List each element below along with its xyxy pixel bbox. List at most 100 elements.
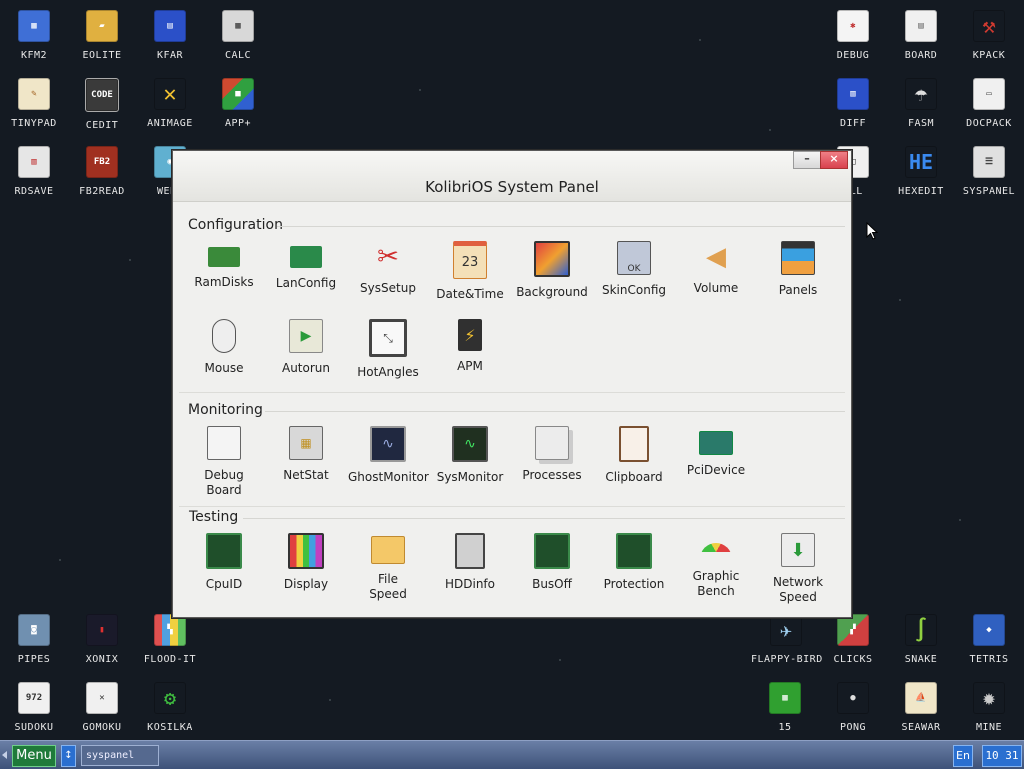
desktop-icon-app-plus[interactable]: ■ APP+ (204, 78, 272, 129)
bug-icon: ✱ (837, 10, 869, 42)
desktop-icon-label: PONG (839, 722, 867, 733)
desktop-icon-animage[interactable]: ✕ ANIMAGE (136, 78, 204, 130)
speaker-icon: ◀ (706, 242, 726, 272)
desktop-icon-pong[interactable]: ● PONG (819, 682, 887, 733)
desktop-icon-cedit[interactable]: CODE CEDIT (68, 78, 136, 131)
item-cpuid[interactable]: CpuID (184, 533, 264, 592)
item-label: CpuID (205, 577, 243, 591)
desktop-icon-diff[interactable]: ▥ DIFF (819, 78, 887, 129)
desktop-icon-syspanel[interactable]: ☰ SYSPANEL (955, 146, 1023, 197)
book-icon: FB2 (86, 146, 118, 178)
ghost-monitor-icon: ∿ (370, 426, 406, 462)
desktop-icon-fasm[interactable]: ☂ FASM (887, 78, 955, 130)
item-label: Processes (522, 468, 582, 482)
code-icon: CODE (85, 78, 119, 112)
desktop-icon-debug[interactable]: ✱ DEBUG (819, 10, 887, 61)
item-protection[interactable]: Protection (594, 533, 674, 592)
item-sysmonitor[interactable]: ∿ SysMonitor (430, 426, 510, 485)
desktop-icon-flood-it[interactable]: ▚ FLOOD-IT (136, 614, 204, 665)
desktop-icon-eolite[interactable]: ▰ EOLITE (68, 10, 136, 61)
sysmonitor-icon: ∿ (452, 426, 488, 462)
desktop-icon-gomoku[interactable]: ✕ GOMOKU (68, 682, 136, 733)
desktop-icon-sudoku[interactable]: 972 SUDOKU (0, 682, 68, 733)
item-syssetup[interactable]: ✂ SysSetup (348, 241, 428, 296)
sudoku-icon: 972 (18, 682, 50, 714)
desktop-icon-seawar[interactable]: ⛵ SEAWAR (887, 682, 955, 733)
desktop-icon-label: GOMOKU (82, 722, 122, 733)
desktop-icon-xonix[interactable]: ▮ XONIX (68, 614, 136, 665)
desktop-icon-label: KOSILKA (147, 722, 193, 733)
desktop-icon-kpack[interactable]: ⚒ KPACK (955, 10, 1023, 62)
chip-icon (616, 533, 652, 569)
desktop-icon-label: EOLITE (82, 50, 122, 61)
item-processes[interactable]: Processes (512, 426, 592, 483)
item-label: Network Speed (772, 575, 824, 604)
desktop-icon-label: TETRIS (969, 654, 1009, 665)
pencil-ruler-icon: ✕ (154, 78, 186, 110)
item-ghostmonitor[interactable]: ∿ GhostMonitor (348, 426, 429, 485)
desktop-icon-docpack[interactable]: ▭ DOCPACK (955, 78, 1023, 129)
desktop-icon-tetris[interactable]: ◆ TETRIS (955, 614, 1023, 665)
item-debug-board[interactable]: Debug Board (184, 426, 264, 498)
desktop-icon-calc[interactable]: ▦ CALC (204, 10, 272, 61)
item-netstat[interactable]: ▦ NetStat (266, 426, 346, 483)
item-network-speed[interactable]: ⬇ Network Speed (758, 533, 838, 605)
desktop-icon-label: SEAWAR (901, 722, 941, 733)
taskbar-task-syspanel[interactable]: syspanel (81, 745, 159, 766)
desktop-icon-label: CALC (224, 50, 252, 61)
item-label: Graphic Bench (692, 569, 740, 598)
item-mouse[interactable]: Mouse (184, 319, 264, 376)
item-label: RamDisks (194, 275, 254, 289)
item-skinconfig[interactable]: OK SkinConfig (594, 241, 674, 298)
item-autorun[interactable]: ▶ Autorun (266, 319, 346, 376)
language-indicator[interactable]: En (953, 745, 973, 767)
item-apm[interactable]: ⚡ APM (430, 319, 510, 374)
desktop-icon-rdsave[interactable]: ▥ RDSAVE (0, 146, 68, 197)
item-label: Panels (778, 283, 818, 297)
menu-button[interactable]: Menu (12, 745, 56, 767)
taskbar: Menu ↕ syspanel En 10 31 (0, 740, 1024, 769)
desktop-icon-fb2read[interactable]: FB2 FB2READ (68, 146, 136, 197)
taskbar-left-arrow-icon[interactable] (2, 751, 7, 759)
item-ramdisks[interactable]: RamDisks (184, 241, 264, 290)
switch-arrow-button[interactable]: ↕ (61, 745, 76, 767)
desktop-icon-label: PIPES (17, 654, 51, 665)
skin-icon: OK (617, 241, 651, 275)
item-hddinfo[interactable]: HDDinfo (430, 533, 510, 592)
item-panels[interactable]: Panels (758, 241, 838, 298)
system-panel-window: – × KolibriOS System Panel Configuration… (172, 150, 852, 618)
desktop-icon-kosilka[interactable]: ⚙ KOSILKA (136, 682, 204, 733)
desktop-icon-hexedit[interactable]: HE HEXEDIT (887, 146, 955, 197)
desktop-icon-snake[interactable]: ∫ SNAKE (887, 614, 955, 666)
item-volume[interactable]: ◀ Volume (676, 241, 756, 296)
display-icon (288, 533, 324, 569)
desktop-icon-kfar[interactable]: ▤ KFAR (136, 10, 204, 61)
close-button[interactable]: × (820, 151, 848, 169)
window-titlebar[interactable]: – × KolibriOS System Panel (173, 151, 851, 202)
item-hotangles[interactable]: ⤡ HotAngles (348, 319, 428, 380)
item-date-time[interactable]: 23 Date&Time (430, 241, 510, 302)
item-lanconfig[interactable]: LanConfig (266, 241, 346, 291)
desktop-icon-pipes[interactable]: ◙ PIPES (0, 614, 68, 665)
desktop-icon-tinypad[interactable]: ✎ TINYPAD (0, 78, 68, 129)
desktop-icon-mine[interactable]: ✹ MINE (955, 682, 1023, 734)
snake-icon: ∫ (905, 614, 937, 646)
item-label: BusOff (532, 577, 572, 591)
item-display[interactable]: Display (266, 533, 346, 592)
desktop-icon-15[interactable]: ▦ 15 (751, 682, 819, 733)
item-background[interactable]: Background (512, 241, 592, 300)
item-graphic-bench[interactable]: Graphic Bench (676, 533, 756, 599)
clock[interactable]: 10 31 (982, 745, 1022, 767)
desktop-icon-kfm2[interactable]: ▦ KFM2 (0, 10, 68, 61)
desktop-icon-label: SUDOKU (14, 722, 54, 733)
desktop-icon-clicks[interactable]: ▞ CLICKS (819, 614, 887, 665)
item-busoff[interactable]: BusOff (512, 533, 592, 592)
item-clipboard[interactable]: Clipboard (594, 426, 674, 485)
item-pcidevice[interactable]: PciDevice (676, 426, 756, 478)
minimize-button[interactable]: – (793, 151, 821, 169)
desktop-icon-board[interactable]: ▤ BOARD (887, 10, 955, 61)
desktop-icon-flappy-bird[interactable]: ✈ FLAPPY-BIRD (751, 614, 822, 665)
desktop-icon-label: DIFF (839, 118, 867, 129)
item-label: SkinConfig (601, 283, 666, 297)
item-file-speed[interactable]: File Speed (348, 533, 428, 602)
